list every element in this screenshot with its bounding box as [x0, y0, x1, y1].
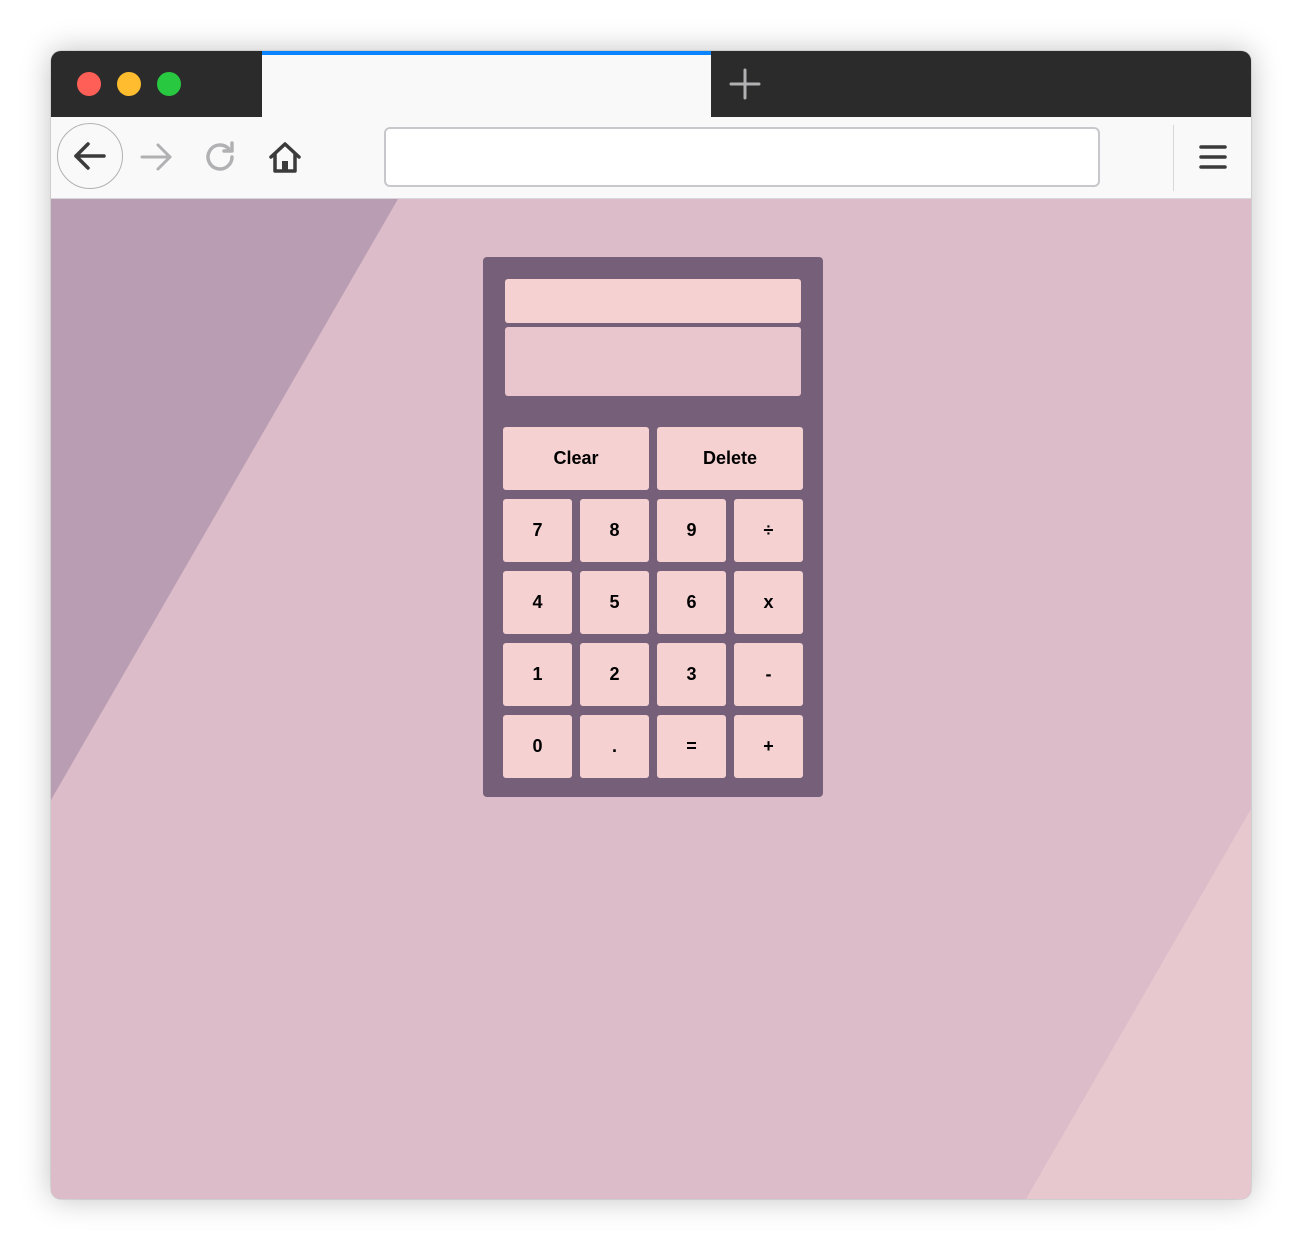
hamburger-menu-icon — [1199, 145, 1227, 169]
browser-window: Clear Delete 7 8 9 ÷ 4 5 6 x 1 2 3- 0. = + — [51, 51, 1251, 1199]
tab-accent-line — [262, 51, 711, 55]
plus-icon — [729, 68, 761, 100]
toolbar-divider — [1173, 125, 1174, 191]
new-tab-button[interactable] — [727, 66, 763, 102]
divide-button[interactable]: ÷ — [734, 499, 803, 562]
background-right-triangle — [1026, 809, 1251, 1199]
back-button[interactable] — [57, 123, 123, 189]
background-left-triangle — [51, 199, 398, 800]
digit-1-button[interactable]: 1 — [503, 643, 572, 706]
calculator: Clear Delete 7 8 9 ÷ 4 5 6 x 1 2 3- 0. = + — [483, 257, 823, 797]
digit-6-button[interactable]: 6 — [657, 571, 726, 634]
add-button[interactable]: + — [734, 715, 803, 778]
digit-3-button[interactable]: 3 — [657, 643, 726, 706]
close-window-button[interactable] — [77, 72, 101, 96]
digit-7-button[interactable]: 7 — [503, 499, 572, 562]
title-bar — [51, 51, 1251, 117]
maximize-window-button[interactable] — [157, 72, 181, 96]
digit-2-button[interactable]: 2 — [580, 643, 649, 706]
delete-button[interactable]: Delete — [657, 427, 803, 490]
calculator-keypad: Clear Delete 7 8 9 ÷ 4 5 6 x 1 2 3- 0. = + — [503, 427, 803, 778]
menu-button[interactable] — [1193, 137, 1233, 177]
decimal-button[interactable]: . — [580, 715, 649, 778]
page-content: Clear Delete 7 8 9 ÷ 4 5 6 x 1 2 3- 0. = + — [51, 199, 1251, 1199]
previous-operand-display — [505, 279, 801, 323]
subtract-button[interactable]: - — [734, 643, 803, 706]
digit-8-button[interactable]: 8 — [580, 499, 649, 562]
multiply-button[interactable]: x — [734, 571, 803, 634]
home-button[interactable] — [265, 137, 305, 177]
arrow-left-icon — [74, 142, 106, 170]
digit-9-button[interactable]: 9 — [657, 499, 726, 562]
reload-icon — [206, 141, 234, 171]
arrow-right-icon — [140, 143, 172, 171]
current-operand-display — [505, 327, 801, 396]
equals-button[interactable]: = — [657, 715, 726, 778]
active-tab[interactable] — [262, 51, 711, 117]
reload-button[interactable] — [201, 137, 241, 177]
minimize-window-button[interactable] — [117, 72, 141, 96]
forward-button[interactable] — [137, 137, 177, 177]
clear-button[interactable]: Clear — [503, 427, 649, 490]
digit-4-button[interactable]: 4 — [503, 571, 572, 634]
navigation-toolbar — [51, 117, 1251, 199]
digit-5-button[interactable]: 5 — [580, 571, 649, 634]
digit-0-button[interactable]: 0 — [503, 715, 572, 778]
url-bar[interactable] — [384, 127, 1100, 187]
home-icon — [269, 142, 301, 173]
